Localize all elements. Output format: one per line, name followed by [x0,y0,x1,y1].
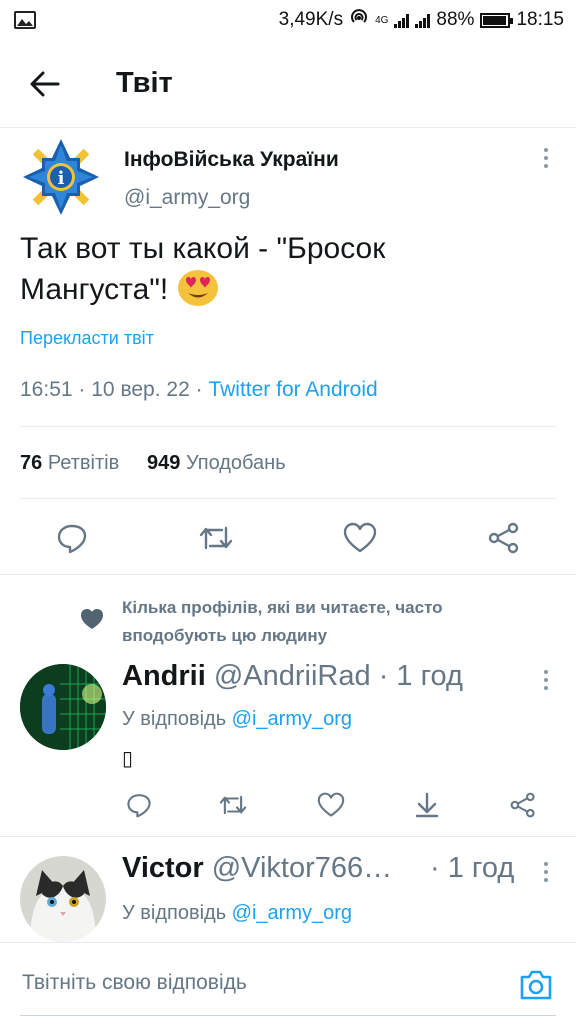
translate-link[interactable]: Перекласти твіт [20,328,154,349]
author-handle[interactable]: @i_army_org [124,186,250,210]
social-context-text: Кілька профілів, які ви читаєте, часто в… [122,598,443,645]
reply-icon [57,524,87,554]
hotspot-icon [349,7,369,33]
header: Твіт [0,40,576,128]
compose-underline [20,1015,556,1016]
meta-separator: · [195,378,203,401]
reply-author-handle: @AndriiRad [213,660,371,692]
meta-separator: · [78,378,86,401]
in-reply-prefix: У відповідь [122,902,232,924]
social-context: Кілька профілів, які ви читаєте, часто в… [0,590,576,650]
download-button[interactable] [410,788,444,822]
reply-input[interactable]: Твітніть свою відповідь [22,971,247,995]
reply-time: · 1 год [378,660,463,692]
likes-label: Уподобань [185,452,286,474]
tweet-meta: 16:51 · 10 вер. 22 · Twitter for Android [20,378,378,402]
tweet-date: 10 вер. 22 [91,378,190,401]
in-reply-to: У відповідь @i_army_org [122,708,352,731]
retweet-icon [199,526,233,550]
divider [20,426,556,427]
client-link[interactable]: Twitter for Android [208,378,377,401]
reply-author-handle: @Viktor766… [211,852,393,884]
in-reply-handle[interactable]: @i_army_org [232,902,352,924]
status-bar: 3,49K/s 4G 88% 18:15 [0,0,576,40]
network-speed: 3,49K/s [278,9,344,30]
reply-button[interactable] [122,788,156,822]
section-divider [0,574,576,575]
section-divider [0,836,576,837]
back-button[interactable] [0,40,90,128]
retweet-button[interactable] [196,518,236,558]
more-options-icon[interactable] [542,862,550,882]
reply-author[interactable]: Andrii @AndriiRad · 1 год [122,660,463,693]
tweet-stats: 76 Ретвітів 949 Уподобань [20,452,286,475]
image-notification-icon [14,11,36,29]
arrow-left-icon [30,71,60,96]
in-reply-prefix: У відповідь [122,708,232,730]
share-icon [510,792,535,818]
download-icon [415,792,439,818]
reply-author[interactable]: Victor @Viktor766… [122,852,392,885]
avatar[interactable] [20,664,106,750]
reply-author-name: Andrii [122,660,206,692]
tweet-author: i ІнфоВійська України @i_army_org [20,136,556,226]
battery-percent: 88% [436,9,475,30]
network-type: 4G [375,14,389,26]
retweets-label: Ретвітів [47,452,120,474]
signal-icon [394,13,410,28]
camera-button[interactable] [518,967,554,1003]
compose-reply-bar: Твітніть свою відповідь [0,942,576,1024]
more-options-icon[interactable] [542,670,550,690]
avatar[interactable]: i [20,136,102,218]
tweet-actions [0,518,576,558]
retweets-count: 76 [20,452,43,474]
share-button[interactable] [506,788,540,822]
page-title: Твіт [116,67,173,99]
heart-icon [343,522,377,553]
reply-icon [127,794,151,818]
reply-author-name: Victor [122,852,204,884]
clock: 18:15 [516,9,564,30]
likes-count: 949 [147,452,181,474]
retweet-button[interactable] [216,788,250,822]
avatar[interactable] [20,856,106,942]
in-reply-handle[interactable]: @i_army_org [232,708,352,730]
like-button[interactable] [314,788,348,822]
share-button[interactable] [484,518,524,558]
more-options-icon[interactable] [542,148,550,168]
retweet-icon [219,795,247,815]
likes-stat[interactable]: 949 Уподобань [147,452,286,474]
reply-button[interactable] [52,518,92,558]
camera-icon [520,970,552,1000]
retweets-stat[interactable]: 76 Ретвітів [20,452,119,474]
heart-eyes-emoji-icon [177,269,219,318]
svg-text:i: i [58,168,65,189]
reply-actions [0,788,576,822]
share-icon [488,522,519,554]
reply-time: · 1 год [430,852,515,884]
reply-text: ▯ [122,748,134,770]
tweet-time: 16:51 [20,378,73,401]
signal-icon-2 [415,13,431,28]
author-name[interactable]: ІнфоВійська України [124,148,339,172]
like-button[interactable] [340,518,380,558]
heart-icon [81,609,103,629]
battery-icon [480,12,514,28]
tweet-text: Так вот ты какой - "Бросок Мангуста"! [20,228,540,318]
in-reply-to: У відповідь @i_army_org [122,902,352,925]
heart-icon [317,792,345,817]
divider [20,498,556,499]
